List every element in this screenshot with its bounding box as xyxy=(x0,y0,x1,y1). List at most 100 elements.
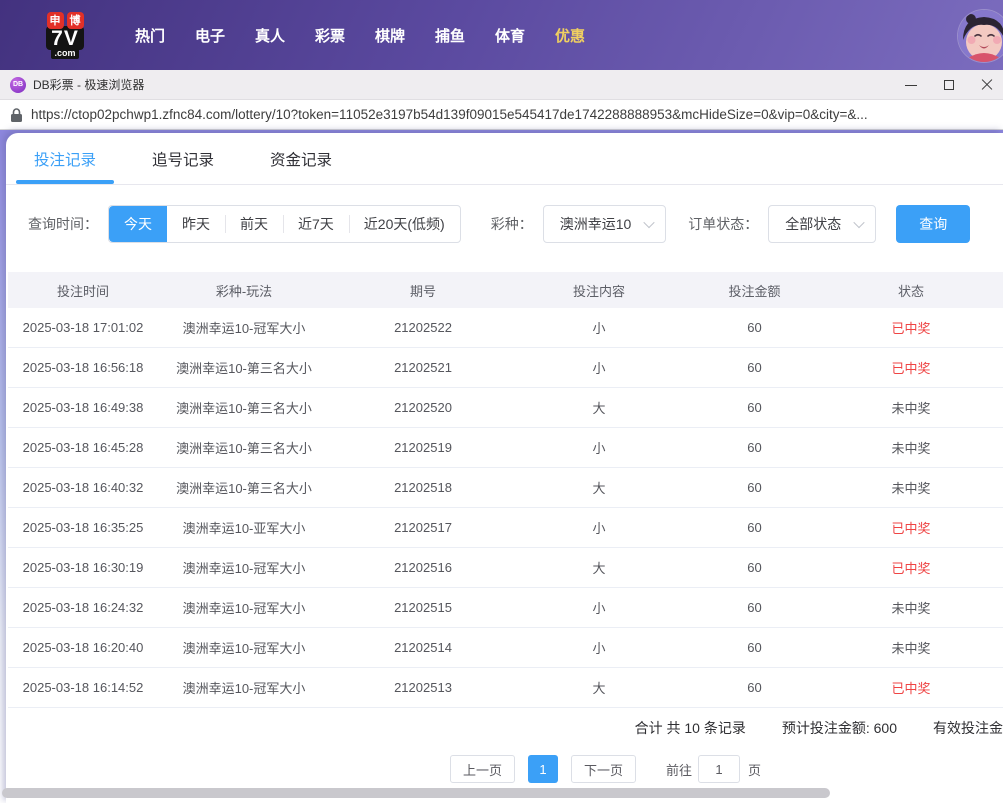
cell-bet-content: 大 xyxy=(592,401,606,416)
cell-bet-time: 2025-03-18 17:01:02 xyxy=(22,320,144,335)
time-option-7days[interactable]: 近7天 xyxy=(283,206,349,242)
cell-bet-content: 大 xyxy=(592,681,606,696)
record-tabs: 投注记录 追号记录 资金记录 xyxy=(6,133,1003,185)
table-row: 2025-03-18 16:20:40 澳洲幸运10-冠军大小 21202514… xyxy=(8,628,1003,668)
cell-game-play: 澳洲幸运10-亚军大小 xyxy=(182,521,306,536)
table-body: 2025-03-18 17:01:02 澳洲幸运10-冠军大小 21202522… xyxy=(8,308,1003,708)
cell-bet-content: 小 xyxy=(592,361,606,376)
time-option-daybefore[interactable]: 前天 xyxy=(225,206,283,242)
cell-game-play: 澳洲幸运10-冠军大小 xyxy=(182,561,306,576)
cell-bet-amount: 60 xyxy=(747,400,762,415)
cell-bet-amount: 60 xyxy=(747,600,762,615)
browser-titlebar: DB DB彩票 - 极速浏览器 xyxy=(0,70,1003,100)
browser-urlbar: https://ctop02pchwp1.zfnc84.com/lottery/… xyxy=(0,100,1003,130)
cell-bet-time: 2025-03-18 16:20:40 xyxy=(22,640,144,655)
cell-issue-number: 21202519 xyxy=(394,440,452,455)
lottery-select-value: 澳洲幸运10 xyxy=(559,216,632,232)
close-icon[interactable] xyxy=(981,79,993,91)
cell-bet-amount: 60 xyxy=(747,560,762,575)
time-option-20days[interactable]: 近20天(低频) xyxy=(348,206,460,242)
time-option-yesterday[interactable]: 昨天 xyxy=(167,206,225,242)
summary-total-records: 合计 共 10 条记录 xyxy=(634,720,746,736)
order-status-value: 全部状态 xyxy=(785,216,842,232)
cell-bet-content: 小 xyxy=(592,521,606,536)
cell-game-play: 澳洲幸运10-第三名大小 xyxy=(176,481,312,496)
cell-bet-time: 2025-03-18 16:35:25 xyxy=(22,520,144,535)
cell-status: 已中奖 xyxy=(891,681,931,696)
page-background: 投注记录 追号记录 资金记录 查询时间： 今天 昨天 前天 近7天 近20天(低… xyxy=(0,130,1003,803)
cell-bet-time: 2025-03-18 16:24:32 xyxy=(22,600,144,615)
url-text[interactable]: https://ctop02pchwp1.zfnc84.com/lottery/… xyxy=(31,107,868,122)
cell-bet-content: 小 xyxy=(592,321,606,336)
time-option-today[interactable]: 今天 xyxy=(109,206,167,242)
table-row: 2025-03-18 16:24:32 澳洲幸运10-冠军大小 21202515… xyxy=(8,588,1003,628)
tab-chase-records[interactable]: 追号记录 xyxy=(146,133,220,184)
lottery-select[interactable]: 澳洲幸运10 xyxy=(542,205,667,243)
cell-bet-content: 小 xyxy=(592,601,606,616)
cell-bet-content: 大 xyxy=(592,561,606,576)
table-header-row: 投注时间 彩种-玩法 期号 投注内容 投注金额 状态 xyxy=(8,272,1003,308)
cell-issue-number: 21202517 xyxy=(394,520,452,535)
current-page-button[interactable]: 1 xyxy=(528,755,559,783)
top-navbar: 申 博 7V .com 热门 电子 真人 彩票 棋牌 捕鱼 体育 优惠 xyxy=(0,0,1003,70)
nav-item-live[interactable]: 真人 xyxy=(240,25,300,46)
window-controls xyxy=(905,79,1003,91)
cell-game-play: 澳洲幸运10-第三名大小 xyxy=(176,401,312,416)
cell-game-play: 澳洲幸运10-第三名大小 xyxy=(176,361,312,376)
table-row: 2025-03-18 17:01:02 澳洲幸运10-冠军大小 21202522… xyxy=(8,308,1003,348)
cell-bet-content: 小 xyxy=(592,641,606,656)
cell-bet-amount: 60 xyxy=(747,640,762,655)
nav-item-cards[interactable]: 棋牌 xyxy=(360,25,420,46)
summary-valid-amount: 有效投注金 xyxy=(933,720,1003,736)
cell-status: 已中奖 xyxy=(891,521,931,536)
cell-game-play: 澳洲幸运10-第三名大小 xyxy=(176,441,312,456)
cell-game-play: 澳洲幸运10-冠军大小 xyxy=(182,321,306,336)
nav-item-hot[interactable]: 热门 xyxy=(120,25,180,46)
time-filter-group: 今天 昨天 前天 近7天 近20天(低频) xyxy=(108,205,461,243)
order-status-select[interactable]: 全部状态 xyxy=(768,205,877,243)
table-row: 2025-03-18 16:35:25 澳洲幸运10-亚军大小 21202517… xyxy=(8,508,1003,548)
cell-bet-time: 2025-03-18 16:45:28 xyxy=(22,440,144,455)
minimize-icon[interactable] xyxy=(905,79,917,91)
table-row: 2025-03-18 16:56:18 澳洲幸运10-第三名大小 2120252… xyxy=(8,348,1003,388)
cell-bet-amount: 60 xyxy=(747,360,762,375)
horizontal-scrollbar[interactable] xyxy=(2,788,830,798)
query-button[interactable]: 查询 xyxy=(896,205,971,243)
cell-bet-time: 2025-03-18 16:49:38 xyxy=(22,400,144,415)
cell-issue-number: 21202515 xyxy=(394,600,452,615)
cell-issue-number: 21202518 xyxy=(394,480,452,495)
time-filter-label: 查询时间： xyxy=(28,216,98,232)
tab-fund-records[interactable]: 资金记录 xyxy=(264,133,338,184)
main-menu: 热门 电子 真人 彩票 棋牌 捕鱼 体育 优惠 xyxy=(120,25,600,46)
nav-item-promo[interactable]: 优惠 xyxy=(540,25,600,46)
prev-page-button[interactable]: 上一页 xyxy=(450,755,516,783)
next-page-button[interactable]: 下一页 xyxy=(571,755,637,783)
cell-game-play: 澳洲幸运10-冠军大小 xyxy=(182,681,306,696)
pagination: 上一页 1 下一页 前往 页 xyxy=(450,755,761,783)
nav-item-sports[interactable]: 体育 xyxy=(480,25,540,46)
col-header-game: 彩种-玩法 xyxy=(215,283,273,299)
cell-bet-amount: 60 xyxy=(747,480,762,495)
tab-bet-records[interactable]: 投注记录 xyxy=(15,133,115,184)
summary-bar: 合计 共 10 条记录 预计投注金额: 600 有效投注金 xyxy=(6,708,1003,748)
nav-item-fishing[interactable]: 捕鱼 xyxy=(420,25,480,46)
nav-item-slots[interactable]: 电子 xyxy=(180,25,240,46)
filter-bar: 查询时间： 今天 昨天 前天 近7天 近20天(低频) 彩种： 澳洲幸运10 订… xyxy=(28,205,971,243)
cell-bet-time: 2025-03-18 16:30:19 xyxy=(22,560,144,575)
cell-status: 已中奖 xyxy=(891,361,931,376)
goto-page-input[interactable] xyxy=(698,755,741,783)
cell-bet-content: 大 xyxy=(592,481,606,496)
maximize-icon[interactable] xyxy=(943,79,955,91)
cell-issue-number: 21202521 xyxy=(394,360,452,375)
col-header-issue: 期号 xyxy=(409,283,436,299)
nav-item-lottery[interactable]: 彩票 xyxy=(300,25,360,46)
cell-status: 未中奖 xyxy=(891,441,931,456)
col-header-status: 状态 xyxy=(897,283,924,299)
user-avatar[interactable] xyxy=(958,10,1003,62)
goto-page-label: 前往 xyxy=(666,762,693,778)
site-logo[interactable]: 申 博 7V .com xyxy=(36,11,94,59)
cell-bet-amount: 60 xyxy=(747,680,762,695)
col-header-time: 投注时间 xyxy=(56,283,109,299)
cell-bet-amount: 60 xyxy=(747,440,762,455)
cell-bet-time: 2025-03-18 16:14:52 xyxy=(22,680,144,695)
